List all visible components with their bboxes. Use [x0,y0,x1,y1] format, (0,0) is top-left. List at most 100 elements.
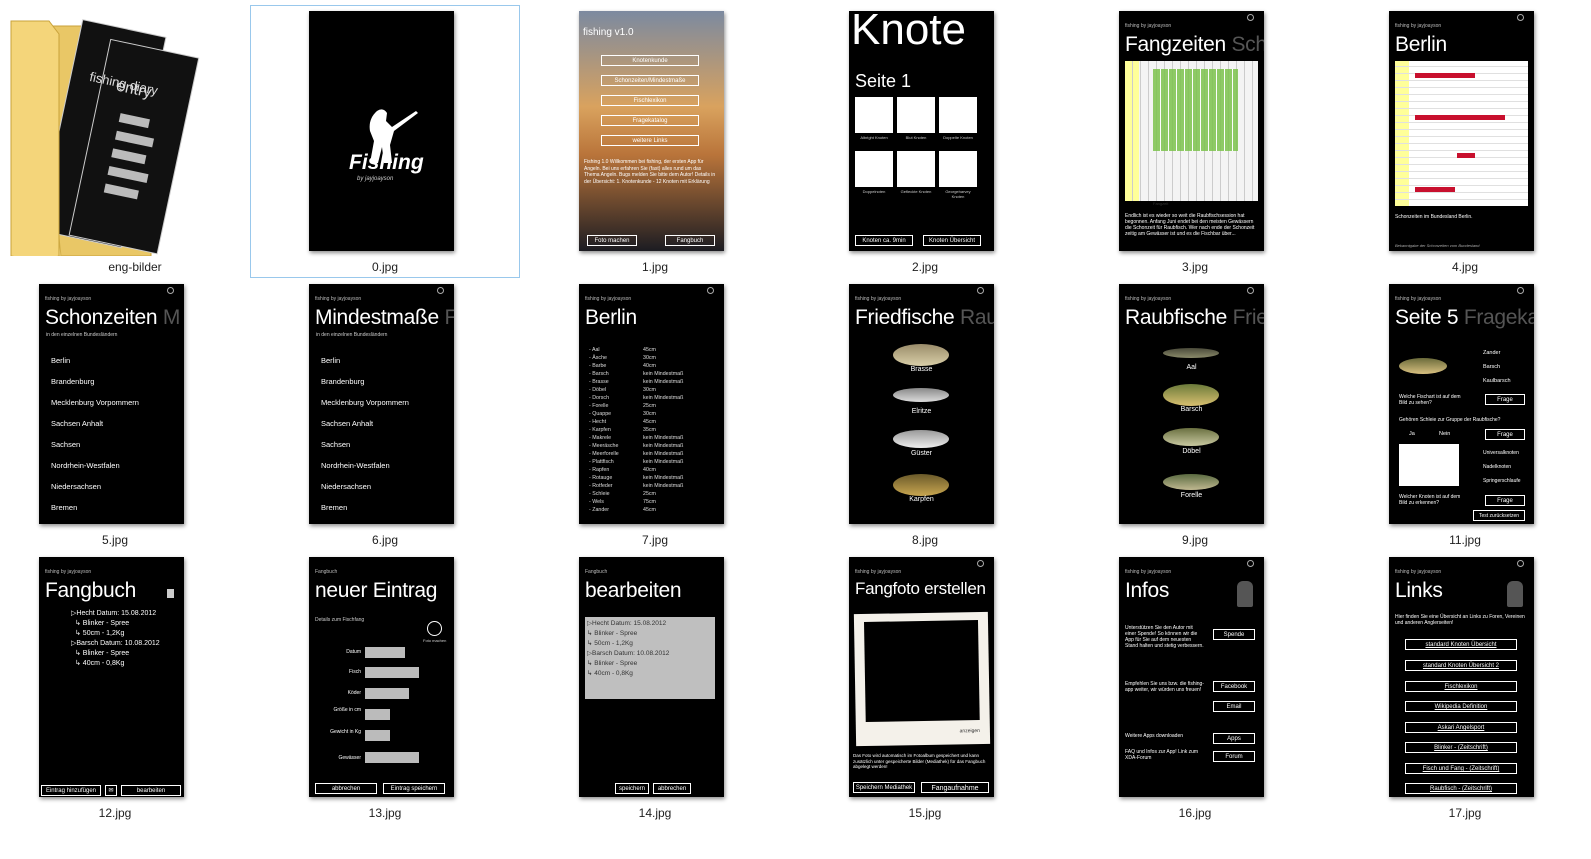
file-caption: 2.jpg [911,260,939,274]
option: Barsch [1483,364,1501,370]
file-caption: 0.jpg [371,260,399,274]
file-tile-7[interactable]: fishing by jayjoayson Berlin - Aal 45cm -… [520,278,790,551]
thumbnail: Fishing by jayjoayson [309,11,454,251]
list-item: Berlin [51,356,71,365]
menu-button-3: Fischlexikon [601,95,699,106]
table-row: - Dorsch kein Mindestmaß [589,395,684,401]
file-tile-0[interactable]: Fishing by jayjoayson 0.jpg [250,5,520,278]
fish-label: Karpfen [909,496,934,503]
folder-tile-eng-bilder[interactable]: fishing diary entry eng-bilder [0,5,250,278]
season-text: Endlich ist es wieder so weit die Raubfi… [1125,213,1255,237]
app-header: Fangbuch [585,569,608,575]
table-row: - Meerforelle kein Mindestmaß [589,451,684,457]
table-row: - Schleie 25cm [589,491,656,497]
cancel-button: abbrechen [315,783,377,794]
fish-label: Aal [1186,364,1197,371]
fish-label: Barsch [1180,406,1203,413]
camera-icon [427,621,442,636]
angler-logo-icon [369,109,418,163]
file-tile-4[interactable]: fishing by jayjoayson Berlin Schonzeiten… [1330,5,1591,278]
file-tile-15[interactable]: fishing by jayjoayson Fangfoto erstellen… [790,551,1060,824]
page-title: Schonzeiten M [45,306,181,329]
bait-field [365,688,409,699]
knot-image [1399,444,1459,486]
facebook-button: Facebook [1213,681,1255,692]
knot-grid [855,97,994,187]
status-icon [1247,14,1254,21]
thumbnail: Fangbuch bearbeiten ▷Hecht Datum: 15.08.… [579,557,724,797]
option: Springerschlaufe [1483,478,1521,484]
trash-icon [167,589,174,598]
forum-button: Forum [1213,751,1255,762]
info-text: Empfehlen Sie uns bzw. die fishing-app w… [1125,681,1204,693]
file-tile-8[interactable]: fishing by jayjoayson Friedfische Rau Br… [790,278,1060,551]
entry-list: ▷Hecht Datum: 15.08.2012 ↳ Blinker - Spr… [51,609,160,669]
thumbnail: fishing by jayjoayson Fangbuch ▷Hecht Da… [39,557,184,797]
status-icon [1517,560,1524,567]
file-tile-2[interactable]: Knote Seite 1 Albright Knoten Blut Knote… [790,5,1060,278]
file-tile-12[interactable]: fishing by jayjoayson Fangbuch ▷Hecht Da… [0,551,250,824]
list-item: ↳ 50cm - 1,2Kg [75,630,125,637]
file-caption: 5.jpg [101,533,129,547]
list-item: Niedersachsen [321,482,372,491]
table-row: - Karpfen 35cm [589,427,656,433]
thumbnail: fishing v1.0 Knotenkunde Schonzeiten/Min… [579,11,724,251]
weight-field [365,730,390,741]
save-media-button: Speichern Mediathek [853,782,915,793]
list-item: Berlin [321,356,341,365]
file-caption: eng-bilder [108,260,162,274]
file-caption: 8.jpg [911,533,939,547]
page-title: Fangzeiten Sch [1125,33,1264,56]
app-header: fishing by jayjoayson [45,296,92,302]
page-title: neuer Eintrag [315,579,438,602]
file-tile-1[interactable]: fishing v1.0 Knotenkunde Schonzeiten/Min… [520,5,790,278]
thumbnail: fishing by jayjoayson Friedfische Rau Br… [849,284,994,524]
polaroid-frame: anzeigen [853,611,991,747]
file-tile-5[interactable]: fishing by jayjoayson Schonzeiten M in d… [0,278,250,551]
file-tile-9[interactable]: fishing by jayjoayson Raubfische Frie Aa… [1060,278,1330,551]
list-item: ↳ 40cm - 0,8Kg [587,670,633,677]
app-header: fishing by jayjoayson [855,296,902,302]
fish-image [893,430,949,448]
file-tile-17[interactable]: fishing by jayjoayson Links Hier finden … [1330,551,1591,824]
table-row: - Barsch kein Mindestmaß [589,371,684,377]
thumbnail: fishing by jayjoayson Seite 5 Frageka Za… [1389,284,1534,524]
menu-button-2: Schonzeiten/Mindestmaße [601,75,699,86]
list-item: Nordrhein-Westfalen [321,461,390,470]
page-title: Seite 5 Frageka [1395,306,1534,329]
file-tile-16[interactable]: fishing by jayjoayson Infos Unterstützen… [1060,551,1330,824]
field-label: Fisch [349,669,361,675]
page-title: Raubfische Frie [1125,306,1264,329]
fish-label: Elritze [911,408,932,415]
fish-image [893,388,949,402]
status-icon [1517,287,1524,294]
link-button: Wikipedia Definition [1405,701,1517,712]
reset-button: Test zurücksetzen [1473,510,1525,521]
list-item: ↳ Blinker - Spree [75,650,130,657]
status-icon [1247,560,1254,567]
page-title: Mindestmaße F [315,306,454,329]
file-tile-6[interactable]: fishing by jayjoayson Mindestmaße F in d… [250,278,520,551]
min-size-table: - Aal 45cm - Äsche 30cm - Barbe 40cm - Bars… [589,346,683,514]
page-subtitle: Details zum Fischfang [315,617,365,623]
thumbnail: fishing by jayjoayson Schonzeiten M in d… [39,284,184,524]
links-text: Hier finden Sie eine Übersicht an Links … [1395,614,1525,626]
page-title: Links [1395,579,1443,602]
file-tile-13[interactable]: Fangbuch neuer Eintrag Details zum Fisch… [250,551,520,824]
thumbnail: fishing by jayjoayson Fangfoto erstellen… [849,557,994,797]
info-text: Weitere Apps downloaden [1125,733,1184,739]
table-row: - Quappe 30cm [589,411,656,417]
file-tile-11[interactable]: fishing by jayjoayson Seite 5 Frageka Za… [1330,278,1591,551]
mail-icon: ✉ [105,785,117,796]
file-tile-14[interactable]: Fangbuch bearbeiten ▷Hecht Datum: 15.08.… [520,551,790,824]
list-item: Brandenburg [321,377,365,386]
list-item: ↳ Blinker - Spree [75,620,130,627]
file-caption: 3.jpg [1181,260,1209,274]
edit-textbox: ▷Hecht Datum: 15.08.2012 ↳ Blinker - Spr… [585,617,715,699]
menu-button-4: Fragekatalog [601,115,699,126]
status-icon [707,287,714,294]
thumbnail: Knote Seite 1 Albright Knoten Blut Knote… [849,11,994,251]
file-tile-3[interactable]: fishing by jayjoayson Fangzeiten Sch Fan… [1060,5,1330,278]
option: Universalknoten [1483,450,1519,456]
app-header: fishing by jayjoayson [1125,23,1172,29]
